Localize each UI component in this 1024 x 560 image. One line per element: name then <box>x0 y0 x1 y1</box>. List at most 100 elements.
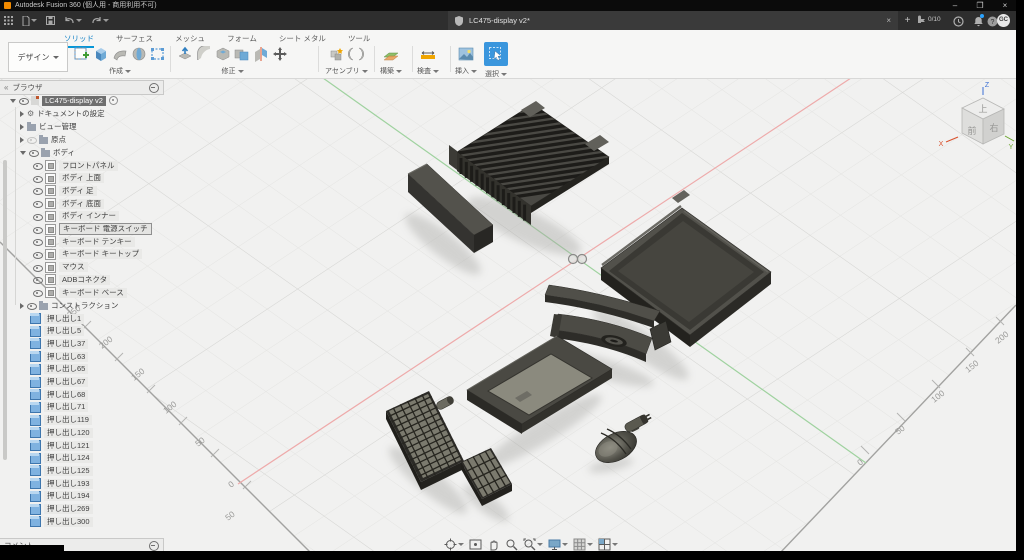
extrude-row[interactable]: 押し出し120 <box>30 427 93 438</box>
create-sketch-icon[interactable] <box>74 46 90 62</box>
group-create-label[interactable]: 作成 <box>109 66 131 76</box>
extrude-row[interactable]: 押し出し125 <box>30 465 93 476</box>
press-pull-icon[interactable] <box>177 46 193 62</box>
group-assemble-label[interactable]: アセンブリ <box>325 66 368 76</box>
eye-icon[interactable] <box>33 289 42 296</box>
extrude-row[interactable]: 押し出し63 <box>30 351 88 362</box>
body-row[interactable]: キーボード ベース <box>33 287 127 298</box>
collapse-icon[interactable] <box>20 124 24 130</box>
browser-header[interactable]: « ブラウザ <box>0 80 164 95</box>
extrude-icon[interactable] <box>93 46 109 62</box>
extrude-row[interactable]: 押し出し1 <box>30 313 84 324</box>
eye-icon[interactable] <box>33 162 42 169</box>
node-view-management[interactable]: ビュー管理 <box>20 121 77 132</box>
extrude-row[interactable]: 押し出し119 <box>30 415 92 426</box>
extrude-row[interactable]: 押し出し269 <box>30 504 93 515</box>
extrude-row[interactable]: 押し出し194 <box>30 491 93 502</box>
extrude-row[interactable]: 押し出し67 <box>30 377 88 388</box>
new-tab-button[interactable]: + <box>901 14 914 27</box>
eye-icon[interactable] <box>27 302 36 309</box>
eye-icon[interactable] <box>33 175 42 182</box>
group-modify-label[interactable]: 修正 <box>222 66 244 76</box>
move-copy-icon[interactable] <box>272 46 288 62</box>
body-row[interactable]: ボディ インナー <box>33 211 119 222</box>
combine-icon[interactable] <box>234 46 250 62</box>
select-tool-button[interactable] <box>484 42 508 66</box>
job-status-icon[interactable] <box>952 14 965 27</box>
extrude-row[interactable]: 押し出し37 <box>30 338 88 349</box>
shell-icon[interactable] <box>215 46 231 62</box>
fillet-icon[interactable] <box>196 46 212 62</box>
orbit-icon[interactable] <box>444 538 464 551</box>
browser-root-row[interactable]: LC475-display v2 <box>10 95 118 106</box>
group-insert-label[interactable]: 挿入 <box>455 66 477 76</box>
eye-icon[interactable] <box>33 238 42 245</box>
grid-settings-icon[interactable] <box>573 538 593 551</box>
document-limit-badge[interactable]: 0/10 <box>917 15 941 24</box>
extrude-row[interactable]: 押し出し124 <box>30 453 93 464</box>
eye-icon[interactable] <box>33 200 42 207</box>
extrude-row[interactable]: 押し出し193 <box>30 478 93 489</box>
pan-icon[interactable] <box>487 538 500 551</box>
redo-icon[interactable] <box>91 16 109 25</box>
undo-icon[interactable] <box>64 16 82 25</box>
eye-icon[interactable] <box>33 264 42 271</box>
expand-icon[interactable] <box>10 99 16 103</box>
sweep-icon[interactable] <box>112 46 128 62</box>
node-construction[interactable]: コンストラクション <box>20 300 118 311</box>
body-row[interactable]: フロントパネル <box>33 160 118 171</box>
zoom-icon[interactable] <box>505 538 518 551</box>
look-at-icon[interactable] <box>469 538 482 551</box>
eye-off-icon[interactable] <box>27 136 36 143</box>
body-row[interactable]: キーボード キートップ <box>33 249 142 260</box>
body-row[interactable]: ボディ 底面 <box>33 198 104 209</box>
activate-radio[interactable] <box>109 96 118 105</box>
eye-icon[interactable] <box>33 276 42 283</box>
eye-icon[interactable] <box>33 251 42 258</box>
primitive-box-icon[interactable] <box>150 46 166 62</box>
body-row-selected[interactable]: キーボード 電源スイッチ <box>33 224 152 235</box>
display-settings-icon[interactable] <box>548 538 568 551</box>
body-row[interactable]: ADBコネクタ <box>33 274 110 285</box>
measure-icon[interactable] <box>420 46 436 62</box>
construction-plane-icon[interactable] <box>383 46 399 62</box>
maximize-button[interactable]: ❐ <box>969 0 991 11</box>
document-tab[interactable]: LC475-display v2* × <box>448 11 898 30</box>
modeling-canvas[interactable]: 250 200 150 100 50 0 50 200 150 100 50 0 <box>0 78 1016 553</box>
save-icon[interactable] <box>46 16 55 25</box>
collapse-icon[interactable] <box>20 303 24 309</box>
extrude-row[interactable]: 押し出し71 <box>30 402 88 413</box>
insert-canvas-icon[interactable] <box>458 46 474 62</box>
body-row[interactable]: マウス <box>33 262 88 273</box>
collapse-icon[interactable] <box>20 137 24 143</box>
revolve-icon[interactable] <box>131 46 147 62</box>
eye-icon[interactable] <box>33 213 42 220</box>
eye-icon[interactable] <box>33 226 42 233</box>
viewports-icon[interactable] <box>598 538 618 551</box>
node-origin[interactable]: 原点 <box>20 134 66 145</box>
joint-icon[interactable] <box>348 46 364 62</box>
viewport-3d[interactable]: 250 200 150 100 50 0 50 200 150 100 50 0 <box>0 78 1016 553</box>
eye-icon[interactable] <box>19 97 28 104</box>
extrude-row[interactable]: 押し出し65 <box>30 364 88 375</box>
browser-options-icon[interactable] <box>149 83 159 93</box>
body-row[interactable]: ボディ 足 <box>33 185 97 196</box>
node-bodies[interactable]: ボディ <box>20 147 75 158</box>
expand-icon[interactable] <box>20 151 26 155</box>
node-document-settings[interactable]: ⚙ ドキュメントの設定 <box>20 108 105 119</box>
extrude-row[interactable]: 押し出し300 <box>30 516 93 527</box>
extrude-row[interactable]: 押し出し5 <box>30 326 84 337</box>
group-select-label[interactable]: 選択 <box>485 69 507 79</box>
minimize-button[interactable]: – <box>944 0 966 11</box>
tab-close-icon[interactable]: × <box>886 16 891 25</box>
split-body-icon[interactable] <box>253 46 269 62</box>
app-menu-icon[interactable] <box>4 16 13 25</box>
fit-icon[interactable] <box>523 538 543 551</box>
body-row[interactable]: キーボード テンキー <box>33 236 135 247</box>
group-inspect-label[interactable]: 検査 <box>417 66 439 76</box>
close-button[interactable]: × <box>994 0 1016 11</box>
file-menu-icon[interactable] <box>22 16 37 26</box>
collapse-icon[interactable] <box>20 111 24 117</box>
group-construct-label[interactable]: 構築 <box>380 66 402 76</box>
design-workspace-dropdown[interactable]: デザイン <box>8 42 68 72</box>
